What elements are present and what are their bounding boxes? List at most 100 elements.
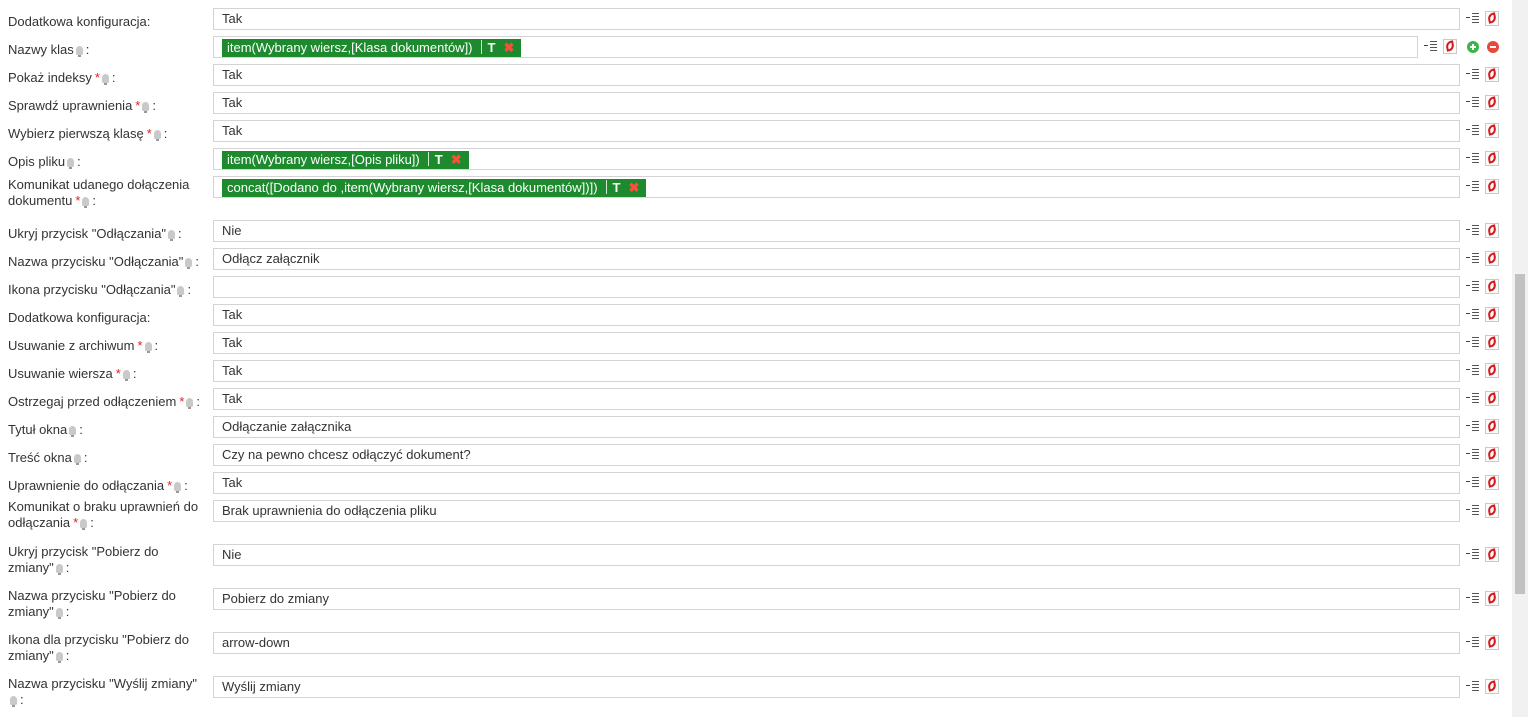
scrollbar-thumb[interactable] — [1515, 274, 1525, 594]
value-field[interactable]: Tak — [213, 120, 1460, 142]
list-icon[interactable] — [1466, 592, 1479, 605]
list-icon[interactable] — [1466, 180, 1479, 193]
value-field[interactable]: Nie — [213, 544, 1460, 566]
lightbulb-icon[interactable] — [144, 342, 152, 353]
value-field[interactable]: Brak uprawnienia do odłączenia pliku — [213, 500, 1460, 522]
pdf-icon[interactable] — [1485, 447, 1499, 462]
value-field[interactable]: Tak — [213, 304, 1460, 326]
pdf-icon[interactable] — [1443, 39, 1457, 54]
expression-field[interactable]: item(Wybrany wiersz,[Klasa dokumentów]) T… — [213, 36, 1418, 58]
pdf-icon[interactable] — [1485, 151, 1499, 166]
value-field[interactable]: Tak — [213, 388, 1460, 410]
value-field[interactable]: Czy na pewno chcesz odłączyć dokument? — [213, 444, 1460, 466]
remove-token-icon[interactable]: ✖ — [451, 152, 462, 167]
lightbulb-icon[interactable] — [82, 197, 90, 208]
list-icon[interactable] — [1466, 124, 1479, 137]
expression-field[interactable]: concat([Dodano do ,item(Wybrany wiersz,[… — [213, 176, 1460, 198]
lightbulb-icon[interactable] — [55, 608, 63, 619]
pdf-icon[interactable] — [1485, 679, 1499, 694]
list-icon[interactable] — [1466, 224, 1479, 237]
lightbulb-icon[interactable] — [101, 74, 109, 85]
lightbulb-icon[interactable] — [10, 696, 17, 707]
list-icon[interactable] — [1466, 504, 1479, 517]
lightbulb-icon[interactable] — [80, 519, 88, 530]
pdf-icon[interactable] — [1485, 419, 1499, 434]
value-field[interactable]: Tak — [213, 8, 1460, 30]
pdf-icon[interactable] — [1485, 591, 1499, 606]
value-field[interactable]: arrow-down — [213, 632, 1460, 654]
remove-circle-icon[interactable] — [1487, 41, 1499, 53]
lightbulb-icon[interactable] — [73, 454, 81, 465]
pdf-icon[interactable] — [1485, 547, 1499, 562]
add-circle-icon[interactable] — [1467, 41, 1479, 53]
lightbulb-icon[interactable] — [67, 158, 75, 169]
value-field[interactable]: Tak — [213, 360, 1460, 382]
lightbulb-icon[interactable] — [122, 370, 130, 381]
list-icon[interactable] — [1466, 152, 1479, 165]
value-field[interactable] — [213, 276, 1460, 298]
value-field[interactable]: Tak — [213, 92, 1460, 114]
lightbulb-icon[interactable] — [55, 652, 63, 663]
lightbulb-icon[interactable] — [55, 564, 63, 575]
list-icon[interactable] — [1466, 252, 1479, 265]
pdf-icon[interactable] — [1485, 95, 1499, 110]
lightbulb-icon[interactable] — [177, 286, 185, 297]
list-icon[interactable] — [1466, 96, 1479, 109]
token-type-flag[interactable]: T — [488, 40, 496, 55]
pdf-icon[interactable] — [1485, 123, 1499, 138]
pdf-icon[interactable] — [1485, 475, 1499, 490]
pdf-icon[interactable] — [1485, 179, 1499, 194]
list-icon[interactable] — [1466, 364, 1479, 377]
token-type-flag[interactable]: T — [613, 180, 621, 195]
value-field[interactable]: Tak — [213, 332, 1460, 354]
pdf-icon[interactable] — [1485, 279, 1499, 294]
remove-token-icon[interactable]: ✖ — [629, 180, 640, 195]
value-field[interactable]: Odłączanie załącznika — [213, 416, 1460, 438]
value-field[interactable]: Wyślij zmiany — [213, 676, 1460, 698]
pdf-icon[interactable] — [1485, 635, 1499, 650]
expression-token[interactable]: item(Wybrany wiersz,[Opis pliku]) T ✖ — [222, 151, 469, 169]
pdf-icon[interactable] — [1485, 503, 1499, 518]
list-icon[interactable] — [1466, 336, 1479, 349]
list-icon[interactable] — [1466, 68, 1479, 81]
lightbulb-icon[interactable] — [174, 482, 182, 493]
list-icon[interactable] — [1466, 12, 1479, 25]
pdf-icon[interactable] — [1485, 335, 1499, 350]
pdf-icon[interactable] — [1485, 307, 1499, 322]
list-icon[interactable] — [1466, 392, 1479, 405]
lightbulb-icon[interactable] — [168, 230, 176, 241]
pdf-icon[interactable] — [1485, 391, 1499, 406]
list-icon[interactable] — [1466, 476, 1479, 489]
lightbulb-icon[interactable] — [153, 130, 161, 141]
remove-token-icon[interactable]: ✖ — [503, 40, 514, 55]
list-icon[interactable] — [1424, 40, 1437, 53]
lightbulb-icon[interactable] — [142, 102, 150, 113]
value-field[interactable]: Nie — [213, 220, 1460, 242]
pdf-icon[interactable] — [1485, 11, 1499, 26]
value-field[interactable]: Tak — [213, 472, 1460, 494]
lightbulb-icon[interactable] — [69, 426, 77, 437]
lightbulb-icon[interactable] — [185, 258, 193, 269]
value-field[interactable]: Odłącz załącznik — [213, 248, 1460, 270]
value-field[interactable]: Pobierz do zmiany — [213, 588, 1460, 610]
vertical-scrollbar[interactable] — [1512, 0, 1528, 717]
value-field[interactable]: Tak — [213, 64, 1460, 86]
list-icon[interactable] — [1466, 420, 1479, 433]
list-icon[interactable] — [1466, 308, 1479, 321]
list-icon[interactable] — [1466, 680, 1479, 693]
pdf-icon[interactable] — [1485, 223, 1499, 238]
pdf-icon[interactable] — [1485, 251, 1499, 266]
expression-field[interactable]: item(Wybrany wiersz,[Opis pliku]) T ✖ — [213, 148, 1460, 170]
token-type-flag[interactable]: T — [435, 152, 443, 167]
list-icon[interactable] — [1466, 636, 1479, 649]
list-icon[interactable] — [1466, 548, 1479, 561]
pdf-icon[interactable] — [1485, 363, 1499, 378]
expression-token[interactable]: item(Wybrany wiersz,[Klasa dokumentów]) T… — [222, 39, 522, 57]
expression-token[interactable]: concat([Dodano do ,item(Wybrany wiersz,[… — [222, 179, 647, 197]
list-icon[interactable] — [1466, 448, 1479, 461]
lightbulb-icon[interactable] — [186, 398, 194, 409]
pdf-icon[interactable] — [1485, 67, 1499, 82]
label-colon: : — [154, 338, 159, 353]
list-icon[interactable] — [1466, 280, 1479, 293]
lightbulb-icon[interactable] — [75, 46, 83, 57]
